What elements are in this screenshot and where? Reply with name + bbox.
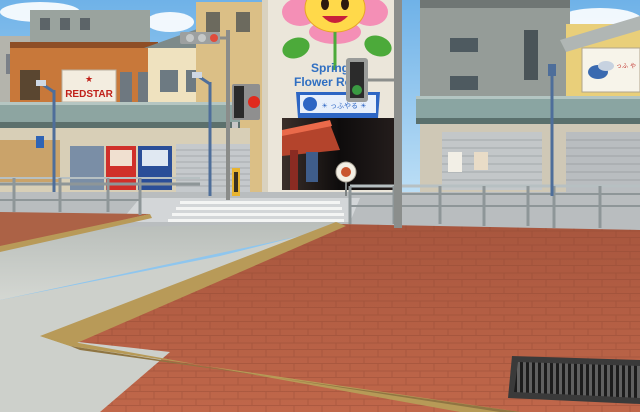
building-right-gray xyxy=(420,0,570,112)
awning-left xyxy=(0,102,240,128)
redstar-sign: ★ REDSTAR xyxy=(61,69,117,103)
svg-text:★: ★ xyxy=(85,75,93,85)
awning-right xyxy=(416,96,640,124)
street-scene: ★ REDSTAR Spring Flower Road ☀ っふやる ☀ っふ… xyxy=(0,0,640,412)
shopfront-right xyxy=(420,124,640,194)
arcade-sign-line1: Spring xyxy=(311,61,349,75)
redstar-sign-text: REDSTAR xyxy=(65,89,113,100)
blue-sign-left xyxy=(36,136,44,148)
drain-grate xyxy=(508,356,640,404)
right-shop-sign: っふ や xyxy=(581,47,640,93)
arcade-banner-text: ☀ っふやる ☀ xyxy=(321,102,366,110)
right-shop-sign-text: っふ や xyxy=(616,62,636,70)
yellow-street-sign xyxy=(232,168,240,196)
